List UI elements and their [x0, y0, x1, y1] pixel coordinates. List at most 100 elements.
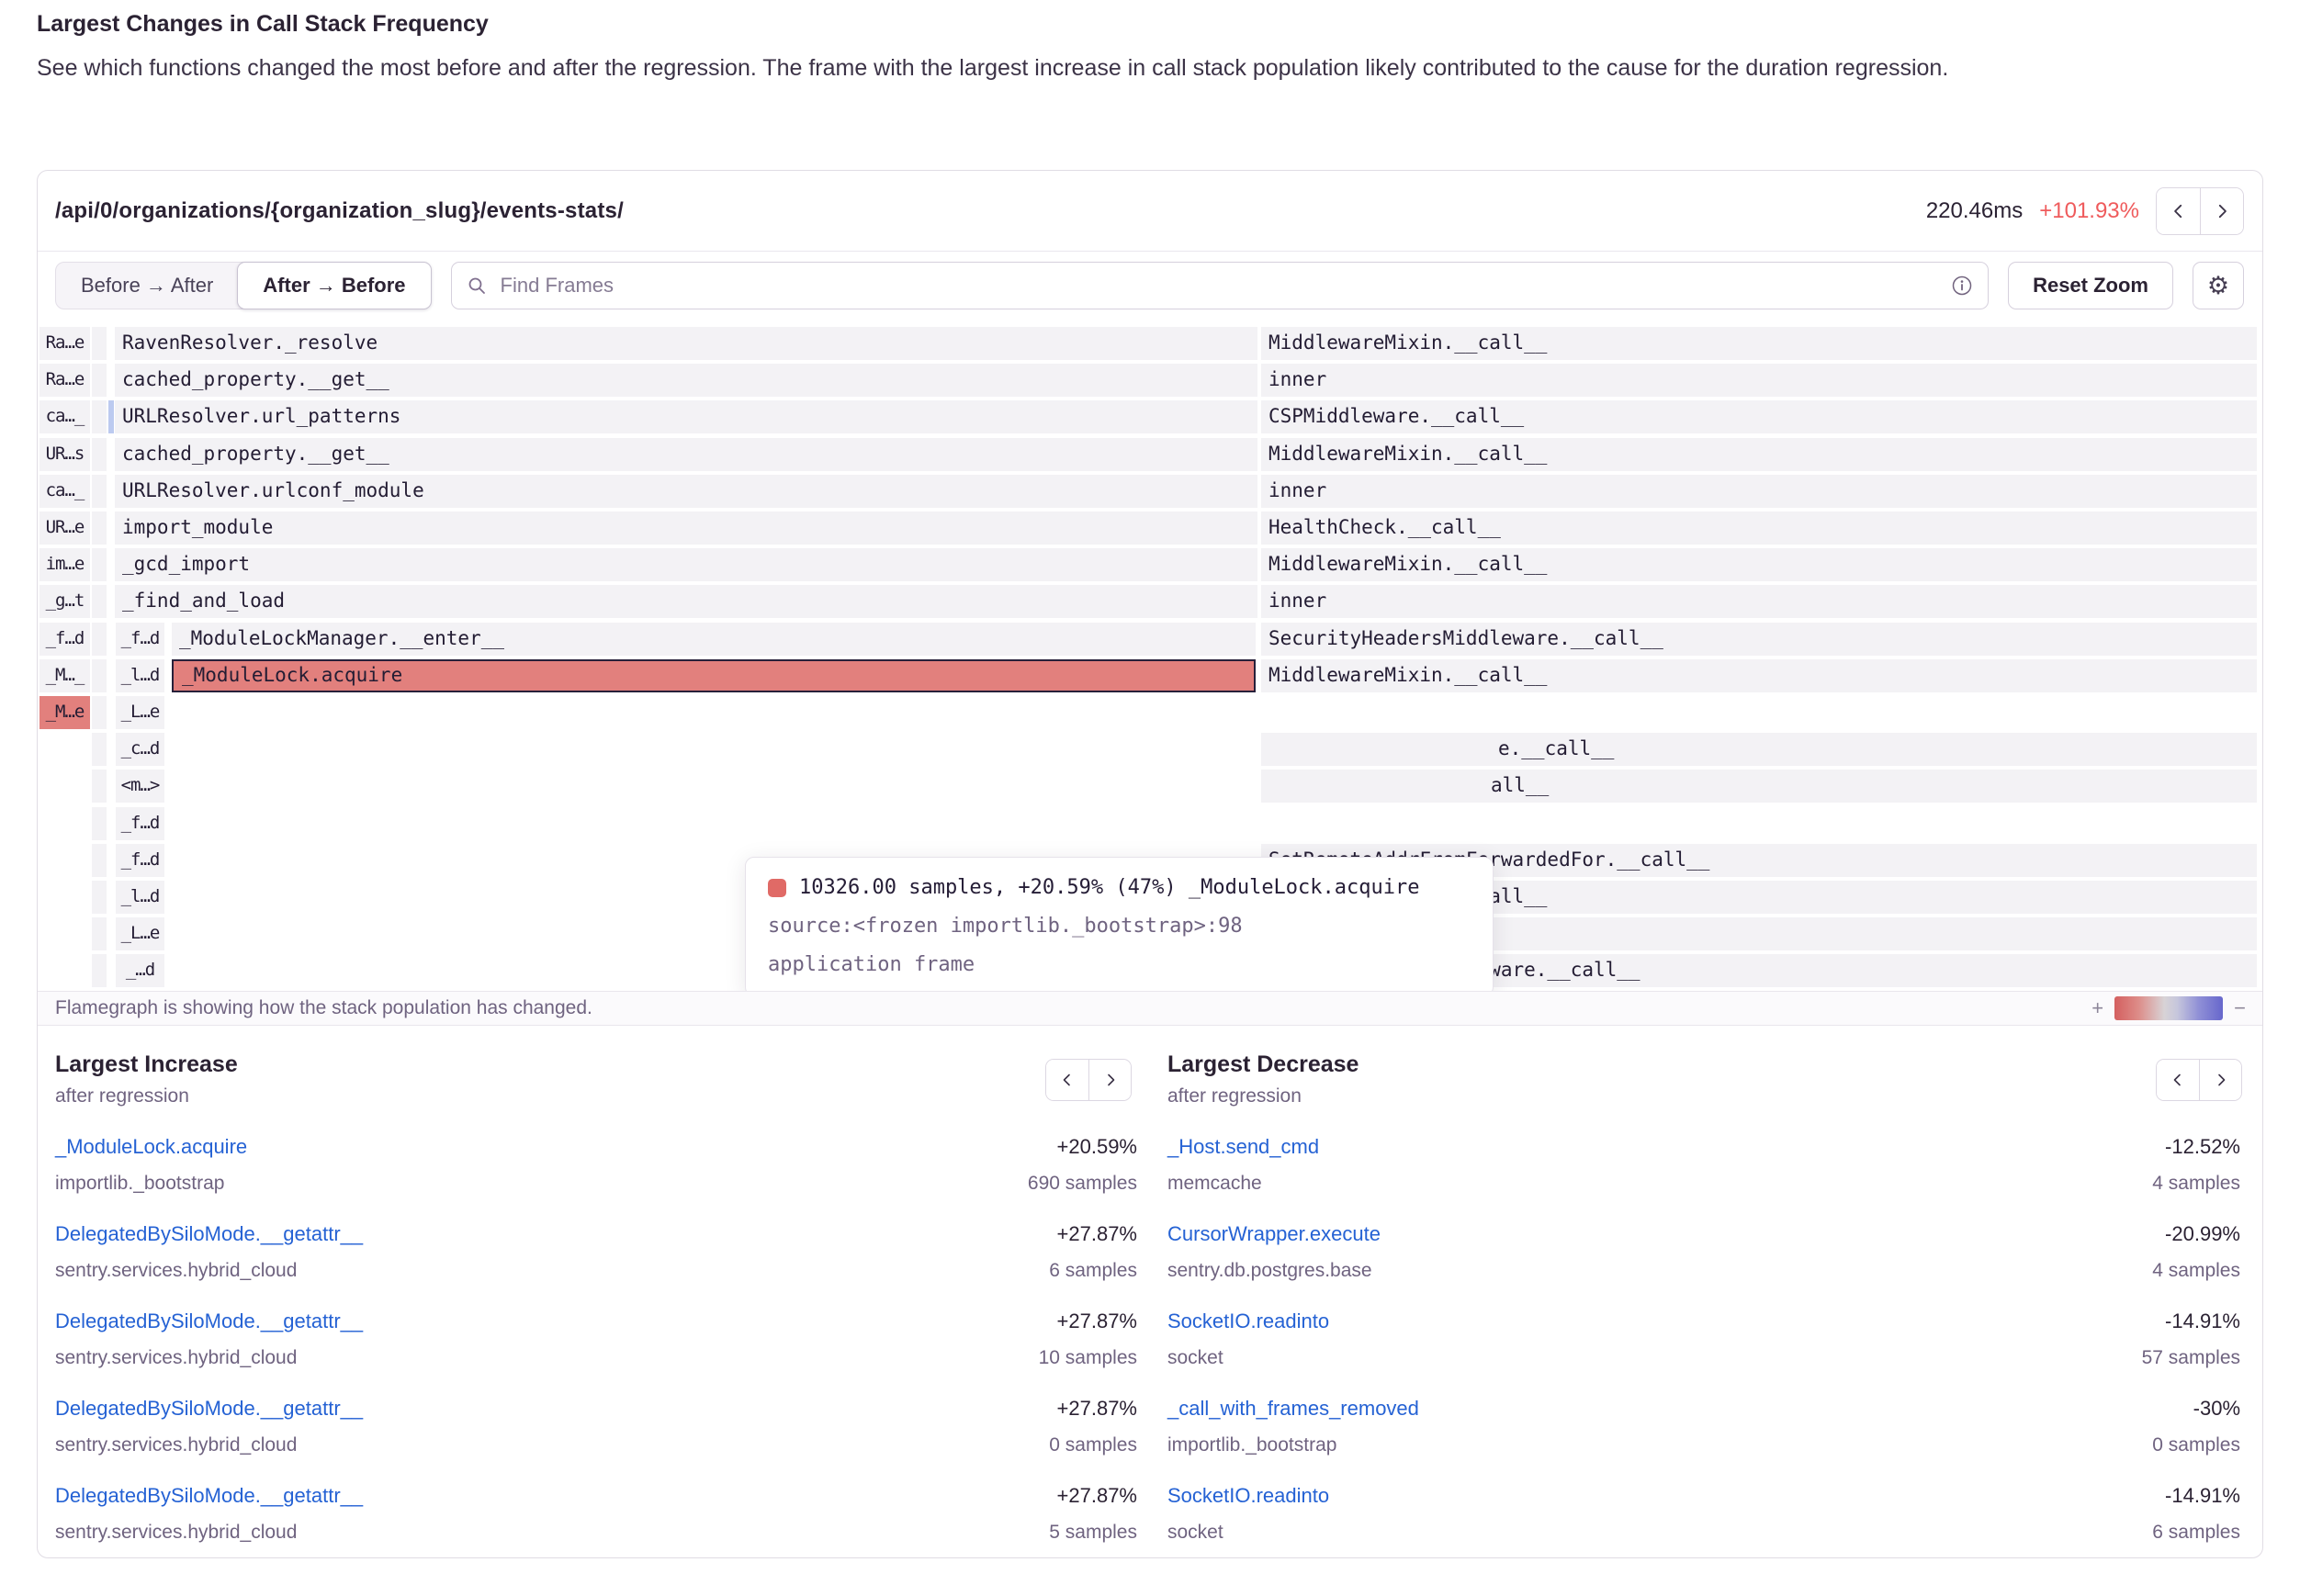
- decrease-prev-button[interactable]: [2157, 1060, 2199, 1100]
- flame-frame[interactable]: _find_and_load: [115, 585, 1257, 618]
- flame-frame[interactable]: [92, 475, 107, 508]
- package-name: importlib._bootstrap: [55, 1165, 224, 1202]
- flame-frame[interactable]: _f…d: [39, 623, 90, 656]
- next-endpoint-button[interactable]: [2200, 188, 2243, 234]
- flame-frame[interactable]: Ra…e: [39, 364, 90, 397]
- flame-frame[interactable]: [92, 844, 107, 877]
- endpoint-path: /api/0/organizations/{organization_slug}…: [55, 198, 624, 224]
- flame-frame[interactable]: [92, 696, 107, 729]
- function-link[interactable]: SocketIO.readinto: [1167, 1303, 1329, 1340]
- flame-frame[interactable]: _l…d: [116, 659, 164, 692]
- flame-frame[interactable]: MiddlewareMixin.__call__: [1261, 438, 2257, 471]
- flame-frame[interactable]: [92, 438, 107, 471]
- list-item: CursorWrapper.execute-20.99%sentry.db.po…: [1167, 1216, 2240, 1289]
- flame-frame[interactable]: all__: [1261, 770, 2257, 803]
- flame-frame[interactable]: [92, 807, 107, 840]
- toggle-after-before[interactable]: After → Before: [237, 262, 431, 309]
- flame-frame[interactable]: _ModuleLock.acquire: [172, 659, 1256, 692]
- flame-frame[interactable]: [92, 623, 107, 656]
- flame-frame[interactable]: CSPMiddleware.__call__: [1261, 400, 2257, 433]
- previous-endpoint-button[interactable]: [2157, 188, 2200, 234]
- increase-prev-button[interactable]: [1046, 1060, 1088, 1100]
- flame-frame[interactable]: cached_property.__get__: [115, 364, 1257, 397]
- flame-frame[interactable]: HealthCheck.__call__: [1261, 511, 2257, 545]
- flame-frame[interactable]: _M…_: [39, 659, 90, 692]
- function-link[interactable]: DelegatedBySiloMode.__getattr__: [55, 1303, 363, 1340]
- function-link[interactable]: DelegatedBySiloMode.__getattr__: [55, 1390, 363, 1427]
- flame-frame[interactable]: ca…_: [39, 475, 90, 508]
- flame-frame[interactable]: [92, 364, 107, 397]
- flame-frame[interactable]: _c…d: [116, 733, 164, 766]
- direction-toggle: Before → After After → Before: [55, 262, 432, 309]
- flame-frame[interactable]: URLResolver.url_patterns: [115, 400, 1257, 433]
- settings-button[interactable]: ⚙: [2193, 262, 2244, 309]
- flame-frame[interactable]: _L…e: [116, 696, 164, 729]
- package-name: memcache: [1167, 1165, 1262, 1202]
- flame-frame[interactable]: [108, 400, 114, 433]
- flame-frame[interactable]: e.__call__: [1261, 733, 2257, 766]
- flame-frame[interactable]: [92, 954, 107, 987]
- function-link[interactable]: _ModuleLock.acquire: [55, 1129, 247, 1165]
- tooltip-source-line: source:<frozen importlib._bootstrap>:98: [768, 913, 1471, 940]
- reset-zoom-button[interactable]: Reset Zoom: [2008, 262, 2173, 309]
- flame-frame[interactable]: [92, 400, 107, 433]
- function-link[interactable]: DelegatedBySiloMode.__getattr__: [55, 1216, 363, 1253]
- flame-frame[interactable]: _f…d: [116, 807, 164, 840]
- flame-frame[interactable]: [92, 770, 107, 803]
- function-link[interactable]: CursorWrapper.execute: [1167, 1216, 1381, 1253]
- flame-frame[interactable]: _f…d: [116, 623, 164, 656]
- find-frames-input[interactable]: [499, 273, 1940, 298]
- flame-frame[interactable]: RavenResolver._resolve: [115, 327, 1257, 360]
- change-percent: -12.52%: [2165, 1129, 2240, 1165]
- flame-frame[interactable]: inner: [1261, 364, 2257, 397]
- flame-frame[interactable]: [92, 511, 107, 545]
- flame-frame[interactable]: _gcd_import: [115, 548, 1257, 581]
- flame-frame[interactable]: UR…e: [39, 511, 90, 545]
- decrease-subtitle: after regression: [1167, 1083, 2240, 1110]
- flame-frame[interactable]: [92, 327, 107, 360]
- flamegraph: Ra…eRavenResolver._resolveMiddlewareMixi…: [38, 327, 2262, 991]
- flame-frame[interactable]: _g…t: [39, 585, 90, 618]
- flame-frame[interactable]: <m…>: [116, 770, 164, 803]
- flame-frame[interactable]: URLResolver.urlconf_module: [115, 475, 1257, 508]
- change-lists: Largest Increase after regression _Modul…: [38, 1026, 2262, 1558]
- flame-frame[interactable]: _M…e: [39, 696, 90, 729]
- change-percent: -30%: [2193, 1390, 2240, 1427]
- flame-frame[interactable]: [92, 881, 107, 914]
- function-link[interactable]: DelegatedBySiloMode.__getattr__: [55, 1478, 363, 1514]
- flame-frame[interactable]: Ra…e: [39, 327, 90, 360]
- decrease-title: Largest Decrease: [1167, 1050, 2240, 1079]
- toggle-before-after[interactable]: Before → After: [56, 263, 238, 309]
- flame-frame[interactable]: _l…d: [116, 881, 164, 914]
- largest-increase-panel: Largest Increase after regression _Modul…: [38, 1026, 1150, 1558]
- flame-frame[interactable]: [92, 917, 107, 950]
- flame-frame[interactable]: UR…s: [39, 438, 90, 471]
- function-link[interactable]: _Host.send_cmd: [1167, 1129, 1319, 1165]
- increase-items: _ModuleLock.acquire+20.59%importlib._boo…: [55, 1129, 1137, 1551]
- flame-frame[interactable]: SecurityHeadersMiddleware.__call__: [1261, 623, 2257, 656]
- flame-frame[interactable]: [92, 659, 107, 692]
- flame-frame[interactable]: _f…d: [116, 844, 164, 877]
- flame-frame[interactable]: MiddlewareMixin.__call__: [1261, 327, 2257, 360]
- flame-frame[interactable]: import_module: [115, 511, 1257, 545]
- flame-frame[interactable]: im…e: [39, 548, 90, 581]
- info-icon[interactable]: [1951, 275, 1973, 297]
- flame-frame[interactable]: _…d: [116, 954, 164, 987]
- function-link[interactable]: _call_with_frames_removed: [1167, 1390, 1419, 1427]
- page-description: See which functions changed the most bef…: [37, 50, 2177, 87]
- tooltip-sample-line: 10326.00 samples, +20.59% (47%) _ModuleL…: [768, 874, 1471, 902]
- decrease-next-button[interactable]: [2199, 1060, 2241, 1100]
- flame-frame[interactable]: cached_property.__get__: [115, 438, 1257, 471]
- flame-frame[interactable]: ca…_: [39, 400, 90, 433]
- flame-frame[interactable]: [92, 585, 107, 618]
- flame-frame[interactable]: [92, 733, 107, 766]
- flame-frame[interactable]: MiddlewareMixin.__call__: [1261, 548, 2257, 581]
- increase-next-button[interactable]: [1088, 1060, 1131, 1100]
- flame-frame[interactable]: _L…e: [116, 917, 164, 950]
- flame-frame[interactable]: [92, 548, 107, 581]
- flame-frame[interactable]: MiddlewareMixin.__call__: [1261, 659, 2257, 692]
- function-link[interactable]: SocketIO.readinto: [1167, 1478, 1329, 1514]
- flame-frame[interactable]: inner: [1261, 585, 2257, 618]
- flame-frame[interactable]: inner: [1261, 475, 2257, 508]
- flame-frame[interactable]: _ModuleLockManager.__enter__: [172, 623, 1256, 656]
